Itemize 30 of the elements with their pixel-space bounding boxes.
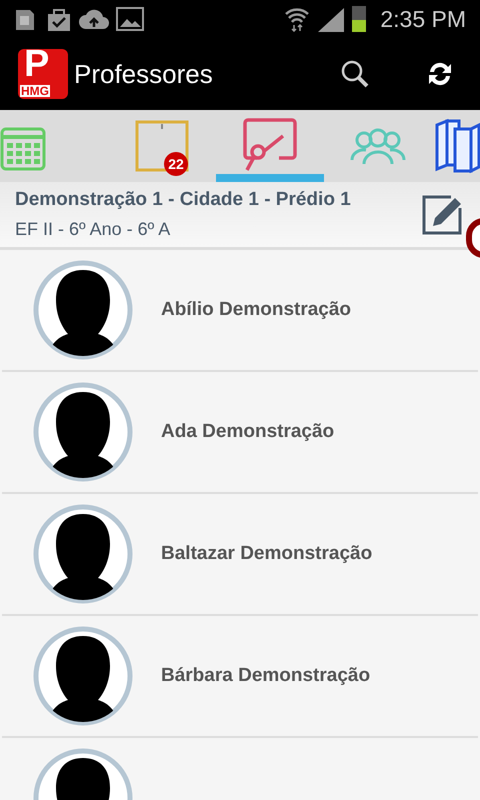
cloud-upload-icon: [78, 8, 110, 30]
clock: 2:35 PM: [380, 4, 466, 34]
teacher-name: Ada Demonstração: [161, 420, 334, 444]
teacher-row[interactable]: Ada Demonstração: [2, 372, 478, 494]
edit-button[interactable]: [421, 194, 463, 236]
refresh-button[interactable]: [426, 60, 454, 88]
avatar-silhouette-icon: [33, 260, 133, 360]
shopping-bag-check-icon: [46, 6, 72, 32]
avatar-silhouette-icon: [33, 504, 133, 604]
group-icon: [350, 126, 406, 166]
note-icon: [135, 120, 189, 172]
screen-title: Professores: [74, 58, 214, 90]
teacher-row[interactable]: Bárbara Demonstração: [2, 616, 478, 738]
teacher-row[interactable]: Baltazar Demonstração: [2, 494, 478, 616]
avatar-silhouette-icon: [33, 626, 133, 726]
books-icon: [435, 119, 480, 173]
class-subtitle: EF II - 6º Ano - 6º A: [15, 218, 172, 242]
teacher-row[interactable]: Abílio Demonstração: [2, 250, 478, 372]
teacher-name: Baltazar Demonstração: [161, 542, 372, 566]
school-title: Demonstração 1 - Cidade 1 - Prédio 1: [15, 188, 352, 212]
signal-icon: [316, 6, 346, 32]
teacher-name: Bárbara Demonstração: [161, 664, 370, 688]
image-icon: [116, 7, 144, 31]
search-button[interactable]: [340, 59, 370, 89]
count-badge: 22: [164, 152, 188, 176]
avatar-silhouette-icon: [33, 382, 133, 482]
wifi-icon: [284, 6, 310, 32]
battery-icon: [352, 6, 366, 32]
teacher-name: Abílio Demonstração: [161, 298, 352, 322]
app-logo: P HMG: [18, 49, 68, 99]
